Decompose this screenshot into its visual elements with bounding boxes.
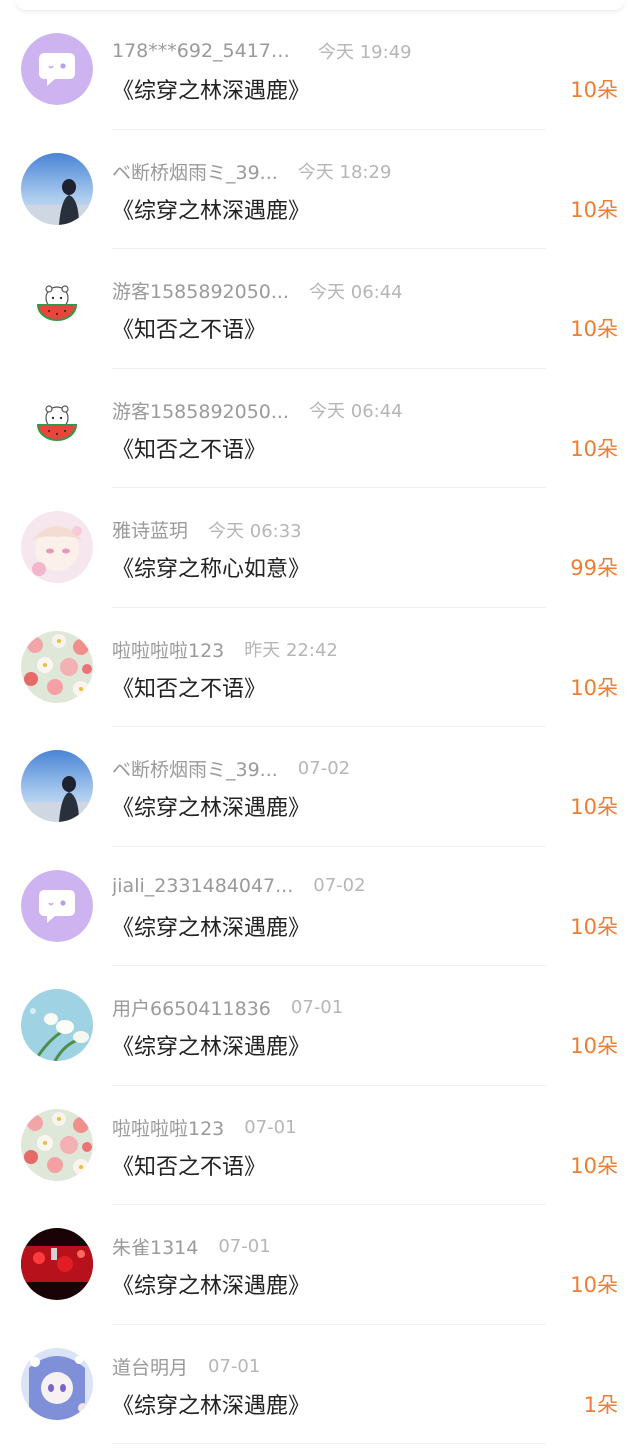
girl-sky-avatar[interactable] <box>21 152 93 225</box>
gift-amount: 99朵 <box>570 556 618 580</box>
gift-amount: 10朵 <box>570 436 618 461</box>
timestamp: 今天 06:44 <box>309 401 403 422</box>
user-name[interactable]: ベ断桥烟雨ミ_39... <box>112 158 278 184</box>
gift-record-list: 178***692_54179... 今天 19:49 《综穿之林深遇鹿》 10朵 ベ… <box>0 10 640 1444</box>
floral-avatar[interactable] <box>21 630 93 703</box>
timestamp: 07-01 <box>290 997 344 1018</box>
gift-amount: 10朵 <box>570 914 618 939</box>
watermelon-bear-avatar[interactable] <box>21 391 93 464</box>
user-name[interactable]: 用户6650411836 <box>112 994 271 1020</box>
timestamp: 今天 06:33 <box>208 520 302 542</box>
user-name[interactable]: 道台明月 <box>112 1353 188 1379</box>
timestamp: 今天 19:49 <box>318 42 412 63</box>
book-title[interactable]: 《综穿之林深遇鹿》 <box>112 1388 310 1420</box>
timestamp: 今天 18:29 <box>297 162 392 183</box>
book-title[interactable]: 《综穿之林深遇鹿》 <box>112 910 310 942</box>
user-name[interactable]: ベ断桥烟雨ミ_39... <box>112 755 278 781</box>
list-item[interactable]: 游客1585892050... 今天 06:44 《知否之不语》 10朵 <box>0 369 640 488</box>
timestamp: 07-02 <box>313 875 366 896</box>
timestamp: 昨天 22:42 <box>244 640 338 661</box>
timestamp: 07-01 <box>244 1116 297 1138</box>
book-title[interactable]: 《知否之不语》 <box>112 312 266 344</box>
book-title[interactable]: 《知否之不语》 <box>112 1149 266 1181</box>
gift-amount: 10朵 <box>570 1273 618 1297</box>
list-item[interactable]: 雅诗蓝玥 今天 06:33 《综穿之称心如意》 99朵 <box>0 488 640 608</box>
gift-amount: 10朵 <box>570 317 618 341</box>
red-lights-avatar[interactable] <box>21 1228 93 1300</box>
chat-bubble-avatar[interactable] <box>21 869 93 942</box>
book-title[interactable]: 《综穿之林深遇鹿》 <box>112 73 310 105</box>
gift-amount: 10朵 <box>570 795 618 819</box>
user-name[interactable]: 游客1585892050... <box>112 397 289 423</box>
list-item[interactable]: 啦啦啦啦123 昨天 22:42 《知否之不语》 10朵 <box>0 608 640 727</box>
book-title[interactable]: 《综穿之称心如意》 <box>112 551 310 583</box>
tulip-avatar[interactable] <box>21 989 93 1061</box>
timestamp: 今天 06:44 <box>309 281 403 303</box>
chat-bubble-avatar[interactable] <box>21 33 93 105</box>
list-item[interactable]: 朱雀1314 07-01 《综穿之林深遇鹿》 10朵 <box>0 1205 640 1325</box>
timestamp: 07-02 <box>297 758 351 779</box>
gift-amount: 1朵 <box>583 1392 618 1417</box>
timestamp: 07-01 <box>208 1355 261 1377</box>
girl-sky-avatar[interactable] <box>21 750 93 822</box>
user-name[interactable]: 朱雀1314 <box>112 1233 198 1259</box>
list-item[interactable]: 用户6650411836 07-01 《综穿之林深遇鹿》 10朵 <box>0 966 640 1086</box>
list-item[interactable]: 道台明月 07-01 《综穿之林深遇鹿》 1朵 <box>0 1325 640 1444</box>
user-name[interactable]: 啦啦啦啦123 <box>112 1114 224 1140</box>
list-item[interactable]: ベ断桥烟雨ミ_39... 今天 18:29 《综穿之林深遇鹿》 10朵 <box>0 130 640 249</box>
timestamp: 07-01 <box>218 1236 271 1257</box>
list-item[interactable]: ベ断桥烟雨ミ_39... 07-02 《综穿之林深遇鹿》 10朵 <box>0 727 640 847</box>
user-name[interactable]: 雅诗蓝玥 <box>112 516 188 542</box>
user-name[interactable]: 游客1585892050... <box>112 277 289 303</box>
gift-amount: 10朵 <box>570 1034 618 1058</box>
divider <box>112 1443 546 1444</box>
list-item[interactable]: 游客1585892050... 今天 06:44 《知否之不语》 10朵 <box>0 249 640 369</box>
list-item[interactable]: 啦啦啦啦123 07-01 《知否之不语》 10朵 <box>0 1086 640 1205</box>
gift-amount: 10朵 <box>570 78 618 102</box>
floral-avatar[interactable] <box>21 1108 93 1181</box>
user-name[interactable]: jiali_2331484047... <box>112 875 293 897</box>
gift-amount: 10朵 <box>570 1153 618 1178</box>
list-item[interactable]: 178***692_54179... 今天 19:49 《综穿之林深遇鹿》 10朵 <box>0 10 640 130</box>
book-title[interactable]: 《综穿之林深遇鹿》 <box>112 790 310 822</box>
book-title[interactable]: 《综穿之林深遇鹿》 <box>112 1268 310 1300</box>
gift-amount: 10朵 <box>570 197 618 222</box>
top-card-edge <box>16 0 624 10</box>
book-title[interactable]: 《综穿之林深遇鹿》 <box>112 1029 310 1061</box>
book-title[interactable]: 《知否之不语》 <box>112 671 266 703</box>
user-name[interactable]: 啦啦啦啦123 <box>112 636 224 662</box>
book-title[interactable]: 《综穿之林深遇鹿》 <box>112 193 310 225</box>
anime-blue-avatar[interactable] <box>21 1347 93 1420</box>
anime-girl-avatar[interactable] <box>21 511 93 583</box>
book-title[interactable]: 《知否之不语》 <box>112 432 266 464</box>
list-item[interactable]: jiali_2331484047... 07-02 《综穿之林深遇鹿》 10朵 <box>0 847 640 966</box>
watermelon-bear-avatar[interactable] <box>21 272 93 344</box>
user-name[interactable]: 178***692_54179... <box>112 40 298 62</box>
gift-amount: 10朵 <box>570 675 618 700</box>
